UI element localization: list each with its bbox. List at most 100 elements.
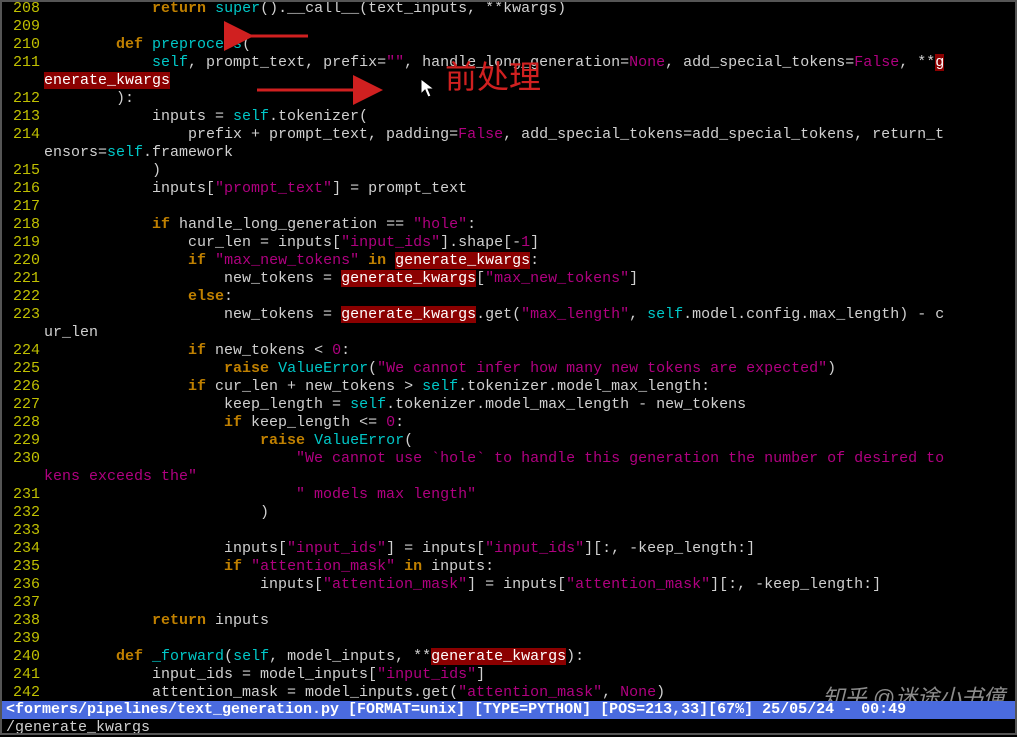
code-line[interactable]: 208 return super().__call__(text_inputs,…: [0, 0, 1017, 18]
token-punc: , handle_long_generation=: [404, 54, 629, 71]
token-kw: raise: [224, 360, 269, 377]
code-content[interactable]: if handle_long_generation == "hole":: [44, 216, 1017, 234]
line-number: 242: [0, 684, 44, 702]
code-line[interactable]: 225 raise ValueError("We cannot infer ho…: [0, 360, 1017, 378]
search-highlight: g: [935, 54, 944, 71]
code-content[interactable]: if cur_len + new_tokens > self.tokenizer…: [44, 378, 1017, 396]
code-line[interactable]: 221 new_tokens = generate_kwargs["max_ne…: [0, 270, 1017, 288]
token-id: [44, 414, 224, 431]
code-content[interactable]: kens exceeds the": [44, 468, 1017, 486]
code-content[interactable]: ensors=self.framework: [44, 144, 1017, 162]
line-number: 237: [0, 594, 44, 612]
code-content[interactable]: [44, 18, 1017, 36]
code-content[interactable]: raise ValueError(: [44, 432, 1017, 450]
code-line[interactable]: 235 if "attention_mask" in inputs:: [0, 558, 1017, 576]
code-line[interactable]: 234 inputs["input_ids"] = inputs["input_…: [0, 540, 1017, 558]
code-line[interactable]: 232 ): [0, 504, 1017, 522]
code-content[interactable]: ur_len: [44, 324, 1017, 342]
code-content[interactable]: return inputs: [44, 612, 1017, 630]
code-line[interactable]: 210 def preprocess(: [0, 36, 1017, 54]
code-line[interactable]: 213 inputs = self.tokenizer(: [0, 108, 1017, 126]
token-id: [269, 360, 278, 377]
code-line[interactable]: 230 "We cannot use `hole` to handle this…: [0, 450, 1017, 468]
code-content[interactable]: inputs = self.tokenizer(: [44, 108, 1017, 126]
line-number: 226: [0, 378, 44, 396]
code-content[interactable]: ):: [44, 90, 1017, 108]
code-line[interactable]: 237: [0, 594, 1017, 612]
code-line[interactable]: 216 inputs["prompt_text"] = prompt_text: [0, 180, 1017, 198]
code-line[interactable]: 215 ): [0, 162, 1017, 180]
code-line[interactable]: 226 if cur_len + new_tokens > self.token…: [0, 378, 1017, 396]
code-content[interactable]: else:: [44, 288, 1017, 306]
token-punc: ): [827, 360, 836, 377]
code-line[interactable]: kens exceeds the": [0, 468, 1017, 486]
code-content[interactable]: def _forward(self, model_inputs, **gener…: [44, 648, 1017, 666]
code-line[interactable]: 242 attention_mask = model_inputs.get("a…: [0, 684, 1017, 702]
code-content[interactable]: ): [44, 504, 1017, 522]
code-line[interactable]: 231 " models max length": [0, 486, 1017, 504]
code-content[interactable]: keep_length = self.tokenizer.model_max_l…: [44, 396, 1017, 414]
token-punc: ] = inputs[: [467, 576, 566, 593]
code-line[interactable]: 212 ):: [0, 90, 1017, 108]
code-line[interactable]: 236 inputs["attention_mask"] = inputs["a…: [0, 576, 1017, 594]
code-line[interactable]: 241 input_ids = model_inputs["input_ids"…: [0, 666, 1017, 684]
code-content[interactable]: cur_len = inputs["input_ids"].shape[-1]: [44, 234, 1017, 252]
code-content[interactable]: " models max length": [44, 486, 1017, 504]
code-content[interactable]: if "attention_mask" in inputs:: [44, 558, 1017, 576]
line-number: 238: [0, 612, 44, 630]
code-line[interactable]: 228 if keep_length <= 0:: [0, 414, 1017, 432]
code-content[interactable]: inputs["prompt_text"] = prompt_text: [44, 180, 1017, 198]
code-content[interactable]: attention_mask = model_inputs.get("atten…: [44, 684, 1017, 702]
code-content[interactable]: new_tokens = generate_kwargs.get("max_le…: [44, 306, 1017, 324]
code-content[interactable]: enerate_kwargs: [44, 72, 1017, 90]
token-fn: super: [215, 0, 260, 17]
token-str: "hole": [413, 216, 467, 233]
code-content[interactable]: if keep_length <= 0:: [44, 414, 1017, 432]
code-line[interactable]: 214 prefix + prompt_text, padding=False,…: [0, 126, 1017, 144]
code-content[interactable]: [44, 198, 1017, 216]
code-content[interactable]: prefix + prompt_text, padding=False, add…: [44, 126, 1017, 144]
token-punc: ,: [629, 306, 647, 323]
code-line[interactable]: 218 if handle_long_generation == "hole":: [0, 216, 1017, 234]
code-line[interactable]: ensors=self.framework: [0, 144, 1017, 162]
code-line[interactable]: 211 self, prompt_text, prefix="", handle…: [0, 54, 1017, 72]
code-content[interactable]: [44, 630, 1017, 648]
code-content[interactable]: new_tokens = generate_kwargs["max_new_to…: [44, 270, 1017, 288]
search-highlight: generate_kwargs: [341, 270, 476, 287]
code-content[interactable]: ): [44, 162, 1017, 180]
code-content[interactable]: return super().__call__(text_inputs, **k…: [44, 0, 1017, 18]
token-id: [143, 648, 152, 665]
code-content[interactable]: [44, 522, 1017, 540]
code-line[interactable]: enerate_kwargs: [0, 72, 1017, 90]
code-line[interactable]: 219 cur_len = inputs["input_ids"].shape[…: [0, 234, 1017, 252]
code-content[interactable]: def preprocess(: [44, 36, 1017, 54]
code-line[interactable]: 217: [0, 198, 1017, 216]
code-line[interactable]: 220 if "max_new_tokens" in generate_kwar…: [0, 252, 1017, 270]
code-line[interactable]: 238 return inputs: [0, 612, 1017, 630]
code-content[interactable]: [44, 594, 1017, 612]
code-line[interactable]: 224 if new_tokens < 0:: [0, 342, 1017, 360]
code-line[interactable]: 229 raise ValueError(: [0, 432, 1017, 450]
line-number: 213: [0, 108, 44, 126]
code-line[interactable]: 223 new_tokens = generate_kwargs.get("ma…: [0, 306, 1017, 324]
code-content[interactable]: raise ValueError("We cannot infer how ma…: [44, 360, 1017, 378]
code-line[interactable]: 239: [0, 630, 1017, 648]
token-bool: False: [854, 54, 899, 71]
code-content[interactable]: self, prompt_text, prefix="", handle_lon…: [44, 54, 1017, 72]
token-punc: [: [476, 270, 485, 287]
code-content[interactable]: input_ids = model_inputs["input_ids"]: [44, 666, 1017, 684]
code-content[interactable]: inputs["input_ids"] = inputs["input_ids"…: [44, 540, 1017, 558]
line-number: 241: [0, 666, 44, 684]
code-content[interactable]: if "max_new_tokens" in generate_kwargs:: [44, 252, 1017, 270]
code-content[interactable]: "We cannot use `hole` to handle this gen…: [44, 450, 1017, 468]
code-line[interactable]: 233: [0, 522, 1017, 540]
code-line[interactable]: 240 def _forward(self, model_inputs, **g…: [0, 648, 1017, 666]
code-line[interactable]: 222 else:: [0, 288, 1017, 306]
code-line[interactable]: 227 keep_length = self.tokenizer.model_m…: [0, 396, 1017, 414]
code-line[interactable]: 209: [0, 18, 1017, 36]
code-editor[interactable]: 208 return super().__call__(text_inputs,…: [0, 0, 1017, 735]
code-content[interactable]: inputs["attention_mask"] = inputs["atten…: [44, 576, 1017, 594]
code-line[interactable]: ur_len: [0, 324, 1017, 342]
code-content[interactable]: if new_tokens < 0:: [44, 342, 1017, 360]
vim-command-line[interactable]: /generate_kwargs: [2, 719, 1015, 735]
